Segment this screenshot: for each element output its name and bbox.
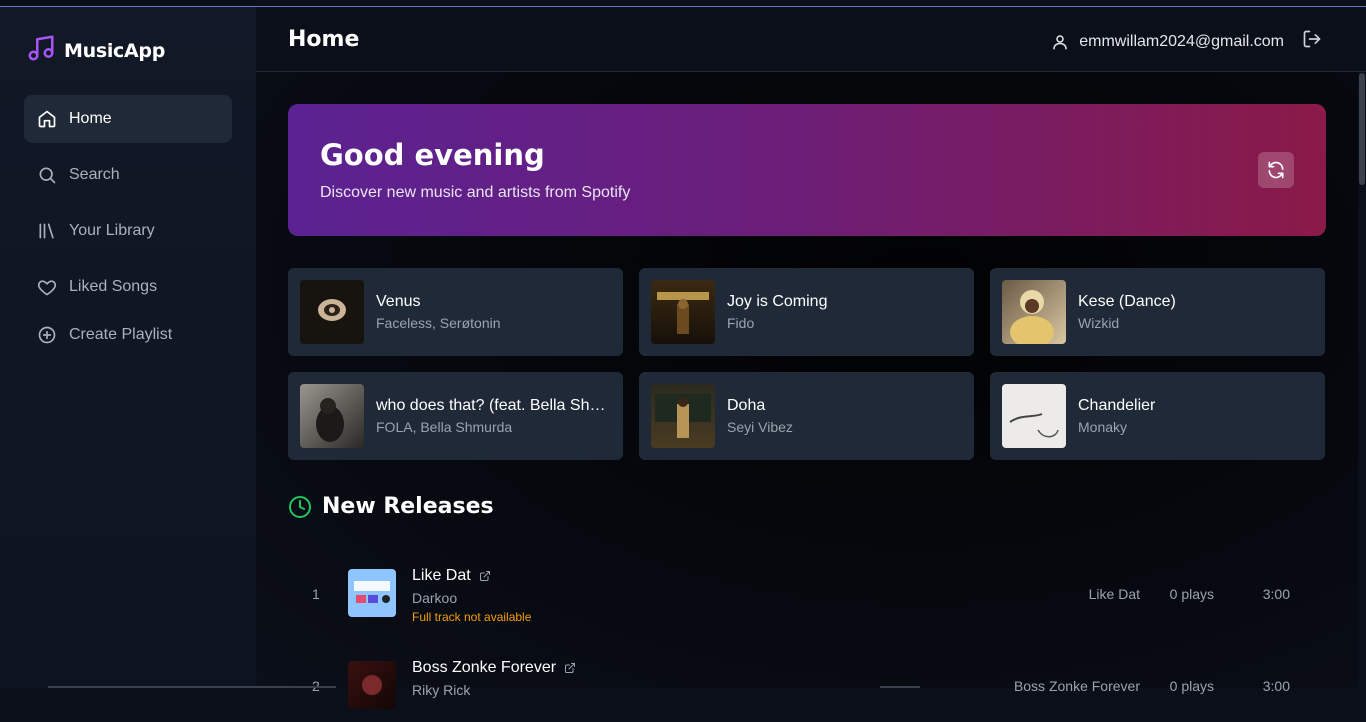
greeting-title: Good evening [320, 138, 545, 172]
sidebar-item-home[interactable]: Home [24, 95, 232, 143]
user-info: emmwillam2024@gmail.com [1051, 29, 1322, 54]
track-artists: Faceless, Serøtonin [376, 315, 501, 331]
track-availability-note: Full track not available [412, 610, 532, 624]
track-title-row: Like Dat [412, 567, 491, 585]
track-title: Chandelier [1078, 397, 1156, 414]
logout-button[interactable] [1302, 29, 1322, 54]
track-title: Venus [376, 293, 421, 310]
track-number: 1 [312, 586, 320, 602]
album-art [300, 384, 364, 448]
greeting-banner: Good evening Discover new music and arti… [288, 104, 1326, 236]
track-plays: 0 plays [1169, 678, 1214, 694]
track-title: Doha [727, 397, 766, 414]
track-duration: 3:00 [1262, 678, 1290, 694]
recent-track-card[interactable]: Chandelier Monaky [990, 372, 1325, 460]
album-art [1002, 280, 1066, 344]
page-title: Home [288, 27, 360, 52]
track-row[interactable]: 2 Boss Zonke Forever Riky Rick Boss Zonk… [288, 642, 1326, 722]
external-link-icon[interactable] [479, 570, 491, 582]
track-art [348, 661, 396, 709]
sidebar-item-label: Liked Songs [69, 278, 158, 295]
track-album: Like Dat [1088, 586, 1140, 602]
refresh-button[interactable] [1258, 152, 1294, 188]
heart-icon [37, 280, 57, 296]
recent-tracks-grid: Venus Faceless, Serøtonin Joy is Coming … [288, 268, 1326, 460]
music-note-icon [26, 33, 56, 68]
sidebar-item-liked-songs[interactable]: Liked Songs [24, 263, 232, 311]
library-icon [39, 223, 54, 239]
vertical-scrollbar-thumb[interactable] [1359, 73, 1365, 185]
app-logo[interactable]: MusicApp [26, 33, 165, 68]
track-title: Kese (Dance) [1078, 293, 1176, 310]
track-artists: Wizkid [1078, 315, 1120, 331]
new-releases-heading: New Releases [288, 494, 494, 519]
sidebar: MusicApp Home Search Your Library Liked … [0, 7, 256, 688]
album-art [651, 384, 715, 448]
plus-circle-icon [38, 326, 56, 344]
track-duration: 3:00 [1262, 586, 1290, 602]
track-row[interactable]: 1 Like Dat Darkoo Full track not availab… [288, 550, 1326, 630]
track-artists: Seyi Vibez [727, 419, 793, 435]
sidebar-item-library[interactable]: Your Library [24, 207, 232, 255]
logout-icon [1303, 30, 1321, 48]
sidebar-item-search[interactable]: Search [24, 151, 232, 199]
album-art [651, 280, 715, 344]
sidebar-item-label: Your Library [69, 222, 155, 239]
track-title[interactable]: Boss Zonke Forever [412, 659, 556, 677]
track-title: Joy is Coming [727, 293, 828, 310]
track-artists: FOLA, Bella Shmurda [376, 419, 513, 435]
top-header: Home emmwillam2024@gmail.com [256, 7, 1366, 72]
external-link-icon[interactable] [564, 662, 576, 674]
track-title[interactable]: Like Dat [412, 567, 471, 585]
track-artists: Monaky [1078, 419, 1128, 435]
track-title-row: Boss Zonke Forever [412, 659, 576, 677]
recent-track-card[interactable]: Kese (Dance) Wizkid [990, 268, 1325, 356]
sidebar-item-label: Home [69, 110, 112, 127]
greeting-subtitle: Discover new music and artists from Spot… [320, 184, 631, 201]
track-artist: Darkoo [412, 590, 458, 606]
user-email: emmwillam2024@gmail.com [1079, 32, 1284, 50]
home-icon [38, 110, 56, 128]
main-content: Home emmwillam2024@gmail.com Good evenin… [256, 7, 1366, 709]
track-title: who does that? (feat. Bella Shm... [376, 397, 611, 414]
track-artist: Riky Rick [412, 682, 471, 698]
album-art [1002, 384, 1066, 448]
recent-track-card[interactable]: who does that? (feat. Bella Shm... FOLA,… [288, 372, 623, 460]
sidebar-nav: Home Search Your Library Liked Songs Cre… [24, 95, 232, 367]
track-art [348, 569, 396, 617]
recent-track-card[interactable]: Doha Seyi Vibez [639, 372, 974, 460]
track-album: Boss Zonke Forever [1013, 678, 1140, 694]
track-artists: Fido [727, 315, 755, 331]
sidebar-item-label: Create Playlist [69, 326, 173, 343]
refresh-icon [1268, 161, 1284, 179]
clock-icon [289, 495, 311, 518]
sidebar-item-create-playlist[interactable]: Create Playlist [24, 311, 232, 359]
section-title: New Releases [322, 494, 494, 519]
recent-track-card[interactable]: Venus Faceless, Serøtonin [288, 268, 623, 356]
user-icon [1053, 34, 1067, 49]
recent-track-card[interactable]: Joy is Coming Fido [639, 268, 974, 356]
sidebar-item-label: Search [69, 166, 120, 183]
track-plays: 0 plays [1169, 586, 1214, 602]
app-name: MusicApp [64, 39, 166, 62]
search-icon [39, 167, 56, 184]
album-art [300, 280, 364, 344]
